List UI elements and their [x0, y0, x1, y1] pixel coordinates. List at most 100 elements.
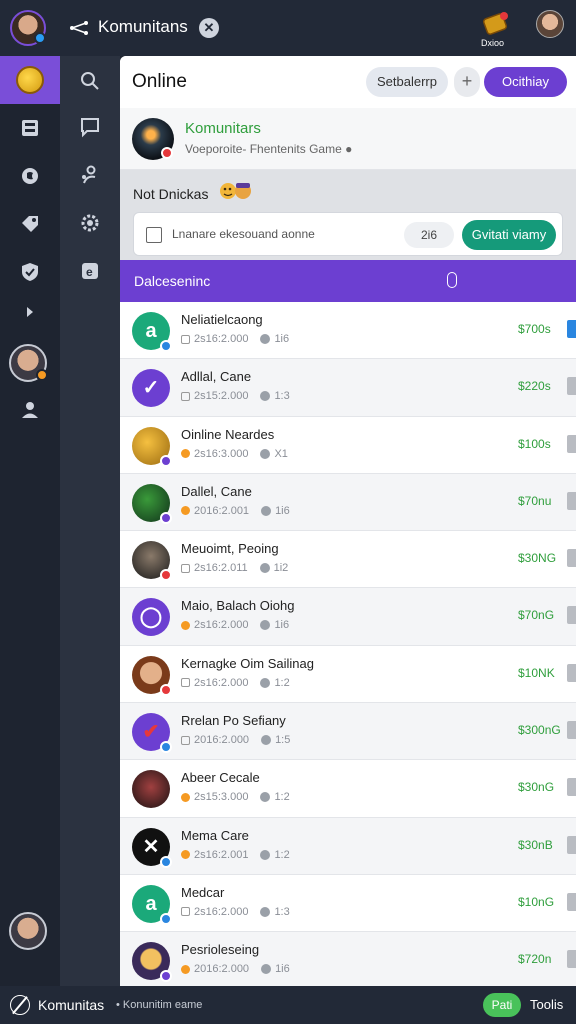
gear-icon [260, 677, 271, 688]
rail-item-shield[interactable] [0, 248, 60, 296]
member-stat: 1:3 [274, 905, 290, 918]
community-subtitle: Voeporoite- Fhentenits Game ● [185, 142, 353, 156]
add-button[interactable]: + [454, 67, 480, 97]
member-name: Neliatielcaong [181, 312, 263, 327]
bottom-subtitle: • Konunitim eame [116, 999, 203, 1011]
go-button[interactable]: Gvitati viamy [462, 220, 556, 250]
calendar-icon [181, 907, 190, 917]
search-card[interactable]: Lnanare ekesouand aonne 2i6 Gvitati viam… [133, 212, 563, 256]
rail-item-user[interactable] [0, 386, 60, 434]
row-tag[interactable] [567, 950, 576, 969]
row-tag[interactable] [567, 491, 576, 510]
member-meta: 2s16:2.011 1i2 [181, 562, 288, 574]
search-icon [81, 72, 99, 90]
subrail-users[interactable] [60, 152, 120, 198]
member-avatar: ✕ [132, 827, 172, 868]
list-item[interactable]: ✕ Mema Care 2s16:2.001 1:2 $30nB [120, 817, 576, 875]
member-stat: 1:3 [274, 390, 290, 403]
inbox-icon [22, 120, 38, 136]
rail-item-expand[interactable] [0, 292, 60, 332]
list-item[interactable]: a Neliatielcaong 2s16:2.000 1i6 $700s [120, 302, 576, 360]
status-dot [181, 792, 190, 802]
row-tag[interactable] [567, 892, 576, 911]
status-badge [160, 912, 172, 925]
member-stat: X1 [274, 447, 288, 460]
member-stat: 1i6 [275, 963, 290, 976]
close-icon[interactable]: ✕ [199, 18, 219, 38]
member-date: 2s15:3.000 [194, 791, 249, 804]
member-meta: 2s15:3.000 1:2 [181, 791, 290, 803]
search-input[interactable]: Lnanare ekesouand aonne [172, 227, 315, 241]
coin-icon [16, 66, 44, 94]
row-tag[interactable] [567, 434, 576, 453]
member-avatar: ✓ [132, 369, 170, 408]
row-tag[interactable] [567, 721, 576, 740]
coins-label: Dxioo [481, 38, 505, 48]
expand-icon [27, 307, 33, 317]
attach-icon[interactable] [447, 272, 457, 288]
subrail-search[interactable] [60, 58, 120, 104]
member-meta: 2s16:2.000 1i6 [181, 333, 289, 345]
member-meta: 2s16:2.000 1:3 [181, 906, 290, 918]
count-chip[interactable]: 2i6 [404, 222, 454, 248]
member-price: $720n [518, 952, 552, 967]
list-item[interactable]: Kernagke Oim Sailinag 2s16:2.000 1:2 $10NK [120, 645, 576, 704]
row-tag[interactable] [567, 835, 576, 854]
row-tag[interactable] [567, 606, 576, 625]
app-title: Komunitans [98, 17, 188, 36]
row-tag[interactable] [567, 320, 576, 338]
status-badge [160, 683, 172, 696]
section-title: Dalceseninc [134, 273, 211, 289]
profile-avatar[interactable] [536, 10, 564, 38]
member-stat: 1i6 [275, 504, 290, 517]
subrail-e[interactable]: e [60, 248, 120, 294]
secondary-button[interactable]: Setbalerrp [366, 67, 448, 97]
subrail-chat[interactable] [60, 104, 120, 150]
list-item[interactable]: Oinline Neardes 2s16:3.000 X1 $100s [120, 416, 576, 474]
member-meta: 2s15:2.000 1:3 [181, 390, 290, 402]
coins-icon[interactable] [482, 10, 510, 36]
compass-icon[interactable] [10, 995, 30, 1015]
share-icon[interactable] [68, 18, 90, 38]
primary-button[interactable]: Ocithiay [484, 67, 567, 97]
rail-item-discord[interactable] [0, 152, 60, 200]
row-tag[interactable] [567, 377, 576, 396]
member-date: 2016:2.000 [194, 963, 250, 976]
list-item[interactable]: Meuoimt, Peoing 2s16:2.011 1i2 $30NG [120, 531, 576, 589]
list-item[interactable]: Pesrioleseing 2016:2.000 1i6 $720n [120, 932, 576, 986]
rail-bottom-avatar[interactable] [9, 912, 47, 950]
pati-button[interactable]: Pati [483, 993, 521, 1017]
e-icon: e [82, 263, 98, 279]
member-name: Pesrioleseing [181, 942, 260, 958]
member-avatar [132, 942, 172, 983]
community-card[interactable]: Komunitars Voeporoite- Fhentenits Game ● [120, 108, 576, 170]
tools-link[interactable]: Toolis [530, 997, 563, 1012]
member-meta: 2016:2.000 1:5 [181, 734, 290, 746]
rail-user-avatar[interactable] [9, 344, 48, 382]
member-avatar: a [132, 312, 172, 352]
member-meta: 2s16:3.000 X1 [181, 448, 288, 460]
gear-icon [260, 448, 271, 459]
member-name: Mema Care [181, 827, 249, 843]
rail-item-inbox[interactable] [0, 104, 60, 152]
sub-rail: e [60, 56, 120, 986]
member-name: Rrelan Po Sefiany [181, 713, 286, 729]
list-item[interactable]: Dallel, Cane 2016:2.001 1i6 $70nu [120, 473, 576, 532]
gear-icon [260, 391, 271, 402]
list-item[interactable]: a Medcar 2s16:2.000 1:3 $10nG [120, 874, 576, 933]
row-tag[interactable] [567, 663, 576, 682]
list-item[interactable]: ✔ Rrelan Po Sefiany 2016:2.000 1:5 $300nG [120, 703, 576, 761]
list-item[interactable]: Abeer Cecale 2s15:3.000 1:2 $30nG [120, 760, 576, 818]
rail-item-coin[interactable] [0, 56, 60, 104]
row-tag[interactable] [567, 778, 576, 797]
calendar-icon [181, 563, 190, 573]
rail-item-tag[interactable] [0, 200, 60, 248]
row-tag[interactable] [567, 549, 576, 568]
member-stat: 1:5 [275, 734, 291, 747]
subrail-settings[interactable] [60, 200, 120, 246]
list-item[interactable]: ✓ Adllal, Cane 2s15:2.000 1:3 $220s [120, 359, 576, 417]
community-avatar [132, 118, 174, 160]
status-dot [181, 964, 190, 974]
gear-icon [260, 620, 271, 631]
list-item[interactable]: ◯ Maio, Balach Oiohg 2s16:2.000 1i6 $70nG [120, 588, 576, 646]
